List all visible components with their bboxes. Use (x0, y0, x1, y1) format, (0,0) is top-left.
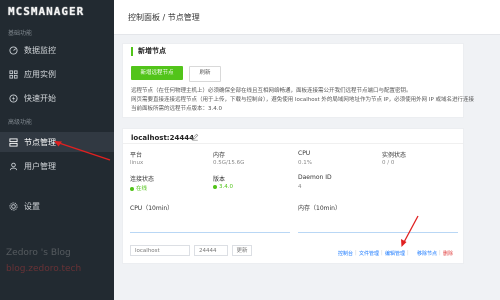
description-line: 当前面板所需的远程节点版本：3.4.0 (131, 106, 222, 112)
gear-icon (8, 201, 18, 211)
refresh-button[interactable]: 刷新 (189, 66, 221, 82)
cpu-value: 0.1% (298, 160, 312, 166)
nav-section-main: 基础功能 (8, 30, 33, 37)
description-line: 远程节点（在任何物理主机上）必须确保全部在线且互相网络畅通，面板连接需公开我们远… (131, 88, 412, 94)
node-port-input[interactable]: 24444 (194, 245, 228, 256)
separator: | (407, 250, 409, 256)
platform-label: 平台 (130, 152, 143, 159)
sidebar-item-quickstart[interactable]: 快速开始 (0, 88, 114, 108)
watermark-url: blog.zedoro.tech (6, 264, 82, 274)
separator: | (381, 250, 383, 256)
sidebar-item-users[interactable]: 用户管理 (0, 156, 114, 176)
memory-chart-label: 内存（10min） (298, 205, 341, 212)
add-remote-node-button[interactable]: 新增远程节点 (131, 66, 183, 80)
sidebar: MCSMANAGER 基础功能 数据监控 应用实例 快速开始 高级功能 节点管理… (0, 0, 114, 300)
cpu-label: CPU (298, 150, 311, 157)
edit-node-link[interactable]: 编辑管理 (385, 250, 405, 257)
cluster-icon (8, 137, 18, 147)
separator: | (355, 250, 357, 256)
edit-icon[interactable] (191, 133, 199, 141)
remove-node-link[interactable]: 移除节点 (417, 250, 437, 257)
connection-status: 在线 (130, 184, 147, 192)
file-manager-link[interactable]: 文件管理 (359, 250, 379, 257)
thunder-icon (8, 93, 18, 103)
delete-node-link[interactable]: 删除 (443, 250, 453, 257)
sidebar-item-label: 设置 (24, 201, 40, 211)
app-logo: MCSMANAGER (8, 5, 85, 18)
card-title: 新增节点 (131, 47, 166, 56)
node-ip-input[interactable]: localhost (130, 245, 190, 256)
add-node-card: 新增节点 新增远程节点 刷新 远程节点（在任何物理主机上）必须确保全部在线且互相… (122, 43, 474, 118)
watermark-title: Zedoro 's Blog (6, 248, 71, 258)
separator: | (439, 250, 441, 256)
connection-label: 连接状态 (130, 176, 155, 183)
top-bar: 控制面板 / 节点管理 (114, 0, 500, 35)
appstore-icon (8, 69, 18, 79)
check-icon (213, 184, 217, 189)
memory-label: 内存 (213, 152, 226, 159)
status-dot-icon (130, 186, 134, 191)
daemon-id-value: 4 (298, 184, 302, 190)
sidebar-item-label: 节点管理 (24, 137, 56, 147)
sidebar-item-instances[interactable]: 应用实例 (0, 64, 114, 84)
dashboard-icon (8, 45, 18, 55)
description-line: 网页需要直接连接远程节点（用于上传，下载与控制台），避免使用 localhost… (131, 97, 475, 103)
cpu-chart (130, 232, 290, 233)
instances-value: 0 / 0 (382, 160, 395, 166)
platform-value: linux (130, 160, 144, 166)
node-card: localhost:24444 (122, 128, 464, 264)
memory-value: 0.5G/15.6G (213, 160, 245, 166)
user-icon (8, 161, 18, 171)
update-button[interactable]: 更新 (232, 245, 252, 256)
daemon-id-label: Daemon ID (298, 174, 332, 181)
sidebar-item-label: 快速开始 (24, 93, 56, 103)
console-link[interactable]: 控制台 (338, 250, 353, 257)
memory-chart (298, 232, 458, 233)
instances-label: 实例状态 (382, 152, 407, 159)
sidebar-item-nodes[interactable]: 节点管理 (0, 132, 114, 152)
cpu-chart-label: CPU（10min） (130, 205, 174, 212)
node-title: localhost:24444 (131, 134, 194, 142)
breadcrumb: 控制面板 / 节点管理 (128, 13, 200, 22)
nav-section-advanced: 高级功能 (8, 119, 33, 126)
sidebar-item-monitor[interactable]: 数据监控 (0, 40, 114, 60)
version-label: 版本 (213, 176, 226, 183)
sidebar-item-label: 应用实例 (24, 69, 56, 79)
sidebar-item-label: 用户管理 (24, 161, 56, 171)
sidebar-item-label: 数据监控 (24, 45, 56, 55)
sidebar-item-settings[interactable]: 设置 (0, 196, 114, 216)
divider (123, 143, 463, 144)
version-value: 3.4.0 (213, 184, 233, 190)
